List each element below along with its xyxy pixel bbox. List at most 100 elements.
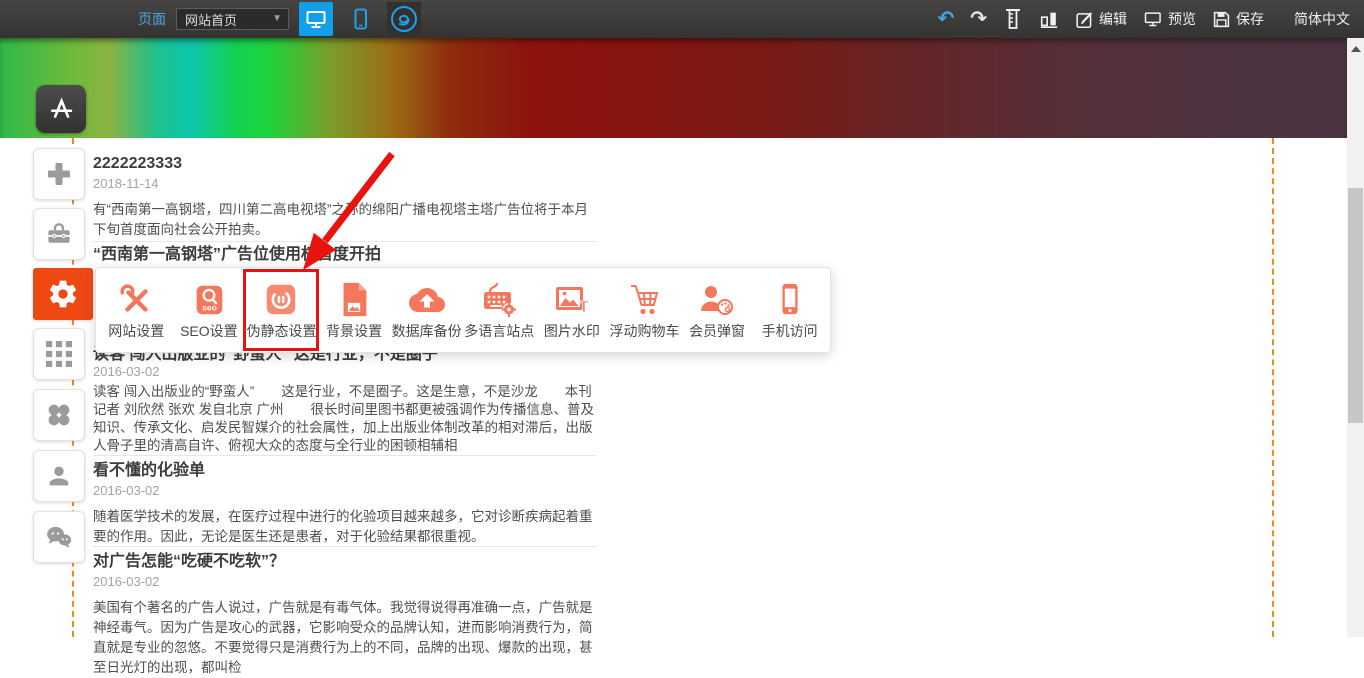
keyboard-gear-icon (479, 279, 519, 321)
article-summary: 美国有个著名的广告人说过，广告就是有毒气体。我觉得说得再准确一点，广告就是神经毒… (93, 598, 596, 678)
menu-item-label: 手机访问 (762, 321, 818, 341)
gear-icon (47, 278, 79, 310)
pseudo-static-icon (262, 279, 300, 321)
site-banner (0, 38, 1347, 138)
mobile-phone-icon (771, 279, 809, 321)
desktop-view-button[interactable] (299, 2, 333, 36)
sidebar-chat-button[interactable] (33, 511, 85, 563)
menu-item-seo-settings[interactable]: seo SEO设置 (173, 279, 246, 341)
share-link-button[interactable] (387, 2, 421, 36)
article-item[interactable]: 对广告怎能“吃硬不吃软”？ 2016-03-02 美国有个著名的广告人说过，广告… (93, 553, 596, 678)
ruler-icon (1003, 8, 1023, 30)
article-item[interactable]: 2222223333 2018-11-14 有“西南第一高钢塔，四川第二高电视塔… (93, 155, 596, 240)
article-title[interactable]: 对广告怎能“吃硬不吃软”？ (93, 553, 596, 571)
menu-item-label: 浮动购物车 (609, 321, 679, 341)
menu-item-label: 背景设置 (326, 321, 382, 341)
undo-button[interactable]: ↶ (937, 9, 954, 29)
app-store-icon (47, 95, 75, 123)
edit-pencil-icon (1075, 10, 1094, 29)
mobile-view-button[interactable] (343, 2, 377, 36)
article-title[interactable]: “西南第一高钢塔”广告位使用权首度开拍 (93, 246, 596, 264)
article-item[interactable]: 读客 闯入出版业的“野蛮人” 这是行业，不是圈子 2016-03-02 读客 闯… (93, 347, 596, 455)
shopping-cart-icon (624, 279, 664, 321)
menu-item-label: 伪静态设置 (246, 321, 316, 341)
stats-button[interactable] (1039, 8, 1059, 30)
save-floppy-icon (1212, 10, 1231, 29)
article-item[interactable]: “西南第一高钢塔”广告位使用权首度开拍 (93, 246, 596, 267)
preview-label: 预览 (1168, 9, 1196, 29)
page-dropdown[interactable]: 网站首页 ▼ (176, 8, 289, 30)
sidebar-plugins-button[interactable] (33, 389, 85, 441)
chevron-down-icon: ▼ (272, 13, 282, 24)
menu-item-pseudo-static[interactable]: 伪静态设置 (245, 279, 318, 341)
divider (93, 455, 596, 456)
scrollbar-track[interactable] (1347, 38, 1364, 637)
menu-item-mobile-access[interactable]: 手机访问 (753, 279, 826, 341)
menu-item-background-settings[interactable]: 背景设置 (318, 279, 391, 341)
menu-item-image-watermark[interactable]: T 图片水印 (536, 279, 609, 341)
menu-item-label: 网站设置 (108, 321, 164, 341)
language-switcher[interactable]: 简体中文 (1294, 9, 1350, 29)
grid-3x3-icon (46, 341, 72, 367)
plus-icon (45, 160, 73, 188)
toolbox-icon (44, 219, 74, 249)
save-button[interactable]: 保存 (1212, 9, 1264, 29)
divider (93, 241, 596, 242)
member-popup-icon (697, 279, 737, 321)
edit-button[interactable]: 编辑 (1075, 9, 1127, 29)
preview-button[interactable]: 预览 (1143, 9, 1196, 29)
article-date: 2016-03-02 (93, 364, 596, 379)
svg-text:seo: seo (202, 302, 217, 312)
settings-popup-menu: 网站设置 seo SEO设置 伪静态设置 (95, 267, 831, 353)
bar-chart-icon (1039, 8, 1059, 30)
sidebar-member-button[interactable] (33, 450, 85, 502)
scrollbar-thumb[interactable] (1348, 188, 1363, 423)
redo-button[interactable]: ↷ (970, 9, 987, 29)
scroll-up-arrow-icon[interactable] (1351, 46, 1361, 52)
chat-bubbles-icon (44, 523, 74, 551)
divider (93, 546, 596, 547)
article-title[interactable]: 看不懂的化验单 (93, 462, 596, 480)
menu-item-label: 会员弹窗 (689, 321, 745, 341)
link-icon (390, 5, 418, 33)
top-toolbar: 页面 网站首页 ▼ ↶ ↷ (0, 0, 1364, 38)
sidebar-settings-button[interactable] (33, 268, 93, 320)
menu-item-label: 多语言站点 (464, 321, 534, 341)
menu-item-multilanguage-site[interactable]: 多语言站点 (463, 279, 536, 341)
article-date: 2018-11-14 (93, 176, 596, 191)
menu-item-label: 图片水印 (544, 321, 600, 341)
monitor-icon (304, 7, 328, 31)
menu-item-label: 数据库备份 (392, 321, 462, 341)
article-date: 2016-03-02 (93, 483, 596, 498)
article-item[interactable]: 看不懂的化验单 2016-03-02 随着医学技术的发展，在医疗过程中进行的化验… (93, 462, 596, 547)
wrench-screwdriver-icon (117, 279, 155, 321)
article-title[interactable]: 2222223333 (93, 155, 596, 173)
menu-item-member-popup[interactable]: 会员弹窗 (681, 279, 754, 341)
phone-icon (348, 7, 372, 31)
article-date: 2016-03-02 (93, 574, 596, 589)
sidebar-app-logo[interactable] (36, 85, 86, 133)
image-watermark-icon: T (552, 279, 592, 321)
sidebar-toolbox-button[interactable] (33, 208, 85, 260)
ruler-button[interactable] (1003, 8, 1023, 30)
menu-item-floating-cart[interactable]: 浮动购物车 (608, 279, 681, 341)
sidebar-modules-button[interactable] (33, 328, 85, 380)
menu-item-database-backup[interactable]: 数据库备份 (390, 279, 463, 341)
person-icon (45, 462, 73, 490)
article-summary: 随着医学技术的发展，在医疗过程中进行的化验项目越来越多，它对诊断疾病起着重要的作… (93, 507, 596, 547)
sidebar-add-button[interactable] (33, 148, 85, 200)
seo-magnifier-icon: seo (190, 279, 228, 321)
menu-item-site-settings[interactable]: 网站设置 (100, 279, 173, 341)
article-summary: 有“西南第一高钢塔，四川第二高电视塔”之称的绵阳广播电视塔主塔广告位将于本月下旬… (93, 200, 596, 240)
cloud-backup-icon (404, 279, 450, 321)
background-page-icon (335, 279, 373, 321)
clover-icon (45, 401, 73, 429)
page-label: 页面 (138, 9, 166, 29)
svg-text:T: T (579, 299, 589, 316)
edit-label: 编辑 (1099, 9, 1127, 29)
save-label: 保存 (1236, 9, 1264, 29)
layout-guide-right (1272, 138, 1274, 637)
preview-monitor-icon (1143, 9, 1163, 29)
page-dropdown-value: 网站首页 (185, 10, 237, 29)
menu-item-label: SEO设置 (180, 321, 238, 341)
